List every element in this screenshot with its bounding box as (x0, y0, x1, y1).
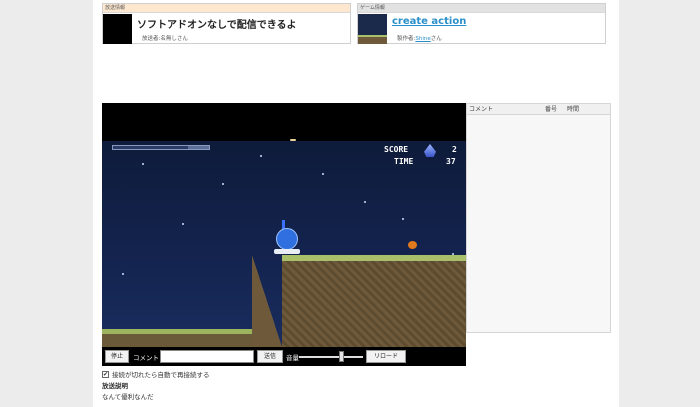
ground-slope (252, 255, 282, 347)
broadcast-thumbnail (103, 14, 132, 44)
description-text: なんて優利なんだ (102, 393, 154, 401)
creator-link[interactable]: Shine (415, 36, 430, 42)
broadcast-info-card: 放送情報 ソフトアドオンなしで配信できるよ 放送者:名無しさん (102, 3, 351, 44)
auto-reconnect-option[interactable]: ✔ 接続が切れたら自動で再接続する (102, 369, 210, 379)
star (402, 218, 404, 220)
star (222, 183, 224, 185)
stop-button[interactable]: 停止 (105, 350, 129, 363)
comment-input[interactable] (160, 350, 254, 363)
volume-label: 音量 (286, 354, 299, 362)
send-button[interactable]: 送信 (257, 350, 283, 363)
col-number[interactable]: 番号 (545, 104, 557, 115)
ground-high (282, 255, 466, 347)
star (260, 155, 262, 157)
col-time[interactable]: 時間 (567, 104, 579, 115)
description-title: 放送説明 (102, 382, 128, 390)
col-comment[interactable]: コメント (469, 104, 493, 115)
robot-feet (274, 249, 300, 254)
comment-list-panel[interactable]: コメント 番号 時間 (466, 103, 611, 333)
time-value: 37 (446, 157, 456, 166)
time-label: TIME (394, 157, 414, 166)
hp-bar (112, 145, 210, 150)
hp-bar-fill (113, 146, 188, 149)
pumpkin-enemy-icon (408, 241, 417, 249)
creator-line: 製作者:Shineさん (397, 34, 442, 42)
game-title-link[interactable]: create action (392, 16, 466, 27)
volume-slider-track[interactable] (299, 356, 363, 358)
game-thumbnail[interactable] (358, 14, 387, 44)
player-robot-icon (272, 220, 302, 256)
star (290, 139, 296, 141)
score-label: SCORE (384, 145, 409, 154)
game-canvas[interactable]: SCORE 2 TIME 37 (102, 103, 466, 347)
star (182, 223, 184, 225)
ground-low (102, 329, 252, 347)
broadcaster-line: 放送者:名無しさん (142, 34, 188, 42)
volume-slider-handle[interactable] (338, 351, 344, 362)
comment-label: コメント (133, 354, 159, 362)
auto-reconnect-label: 接続が切れたら自動で再接続する (112, 371, 210, 379)
auto-reconnect-checkbox[interactable]: ✔ (102, 370, 109, 378)
robot-body (276, 228, 298, 250)
star (364, 201, 366, 203)
game-info-header: ゲーム情報 (358, 4, 605, 13)
star (142, 163, 144, 165)
star (322, 173, 324, 175)
broadcast-info-header: 放送情報 (103, 4, 350, 13)
game-info-card: ゲーム情報 create action 製作者:Shineさん (357, 3, 606, 44)
creator-label: 製作者: (397, 36, 416, 42)
star (122, 273, 124, 275)
reload-button[interactable]: リロード (366, 350, 406, 363)
broadcaster-name: 名無しさん (160, 36, 188, 42)
score-value: 2 (452, 145, 457, 154)
control-bar: 停止 コメント 送信 音量 リロード (102, 347, 466, 366)
broadcaster-label: 放送者: (142, 36, 161, 42)
broadcast-title: ソフトアドオンなしで配信できるよ (137, 20, 297, 31)
creator-suffix: さん (430, 36, 442, 42)
comment-list-header: コメント 番号 時間 (467, 104, 610, 115)
